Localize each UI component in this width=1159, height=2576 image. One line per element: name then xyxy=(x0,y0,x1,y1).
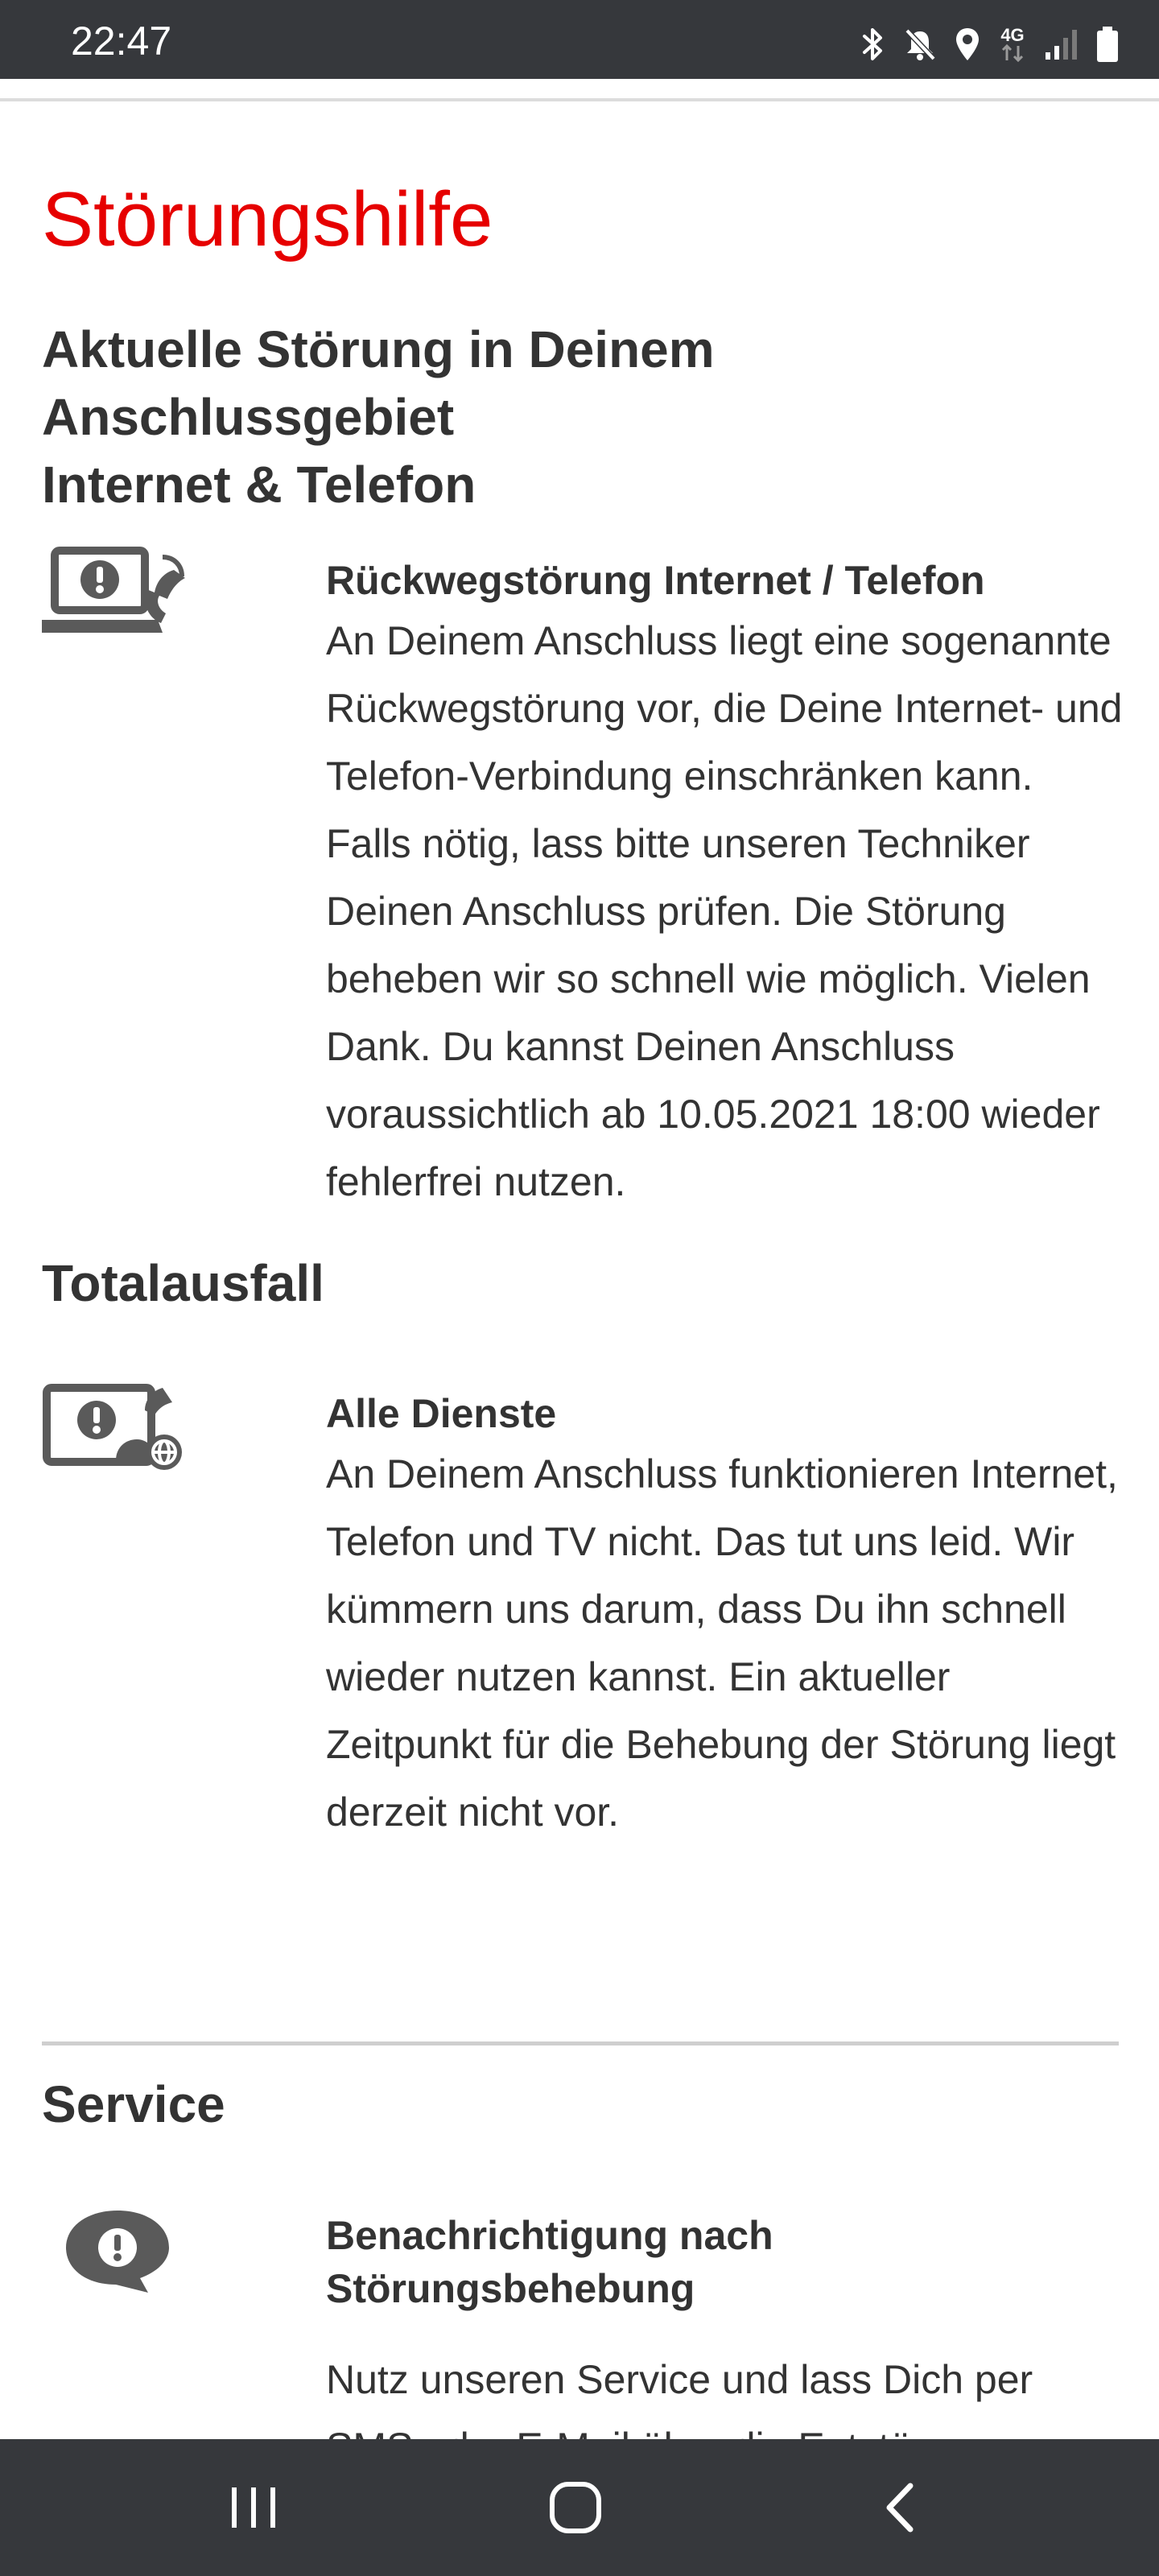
laptop-phone-warning-icon xyxy=(42,546,187,646)
current-outage-entry: Rückwegstörung Internet / Telefon An Dei… xyxy=(326,554,1123,1216)
home-icon[interactable] xyxy=(547,2479,604,2540)
service-entry[interactable]: Benachrichtigung nach Störungsbehebung N… xyxy=(326,2209,1123,2439)
page-title: Störungshilfe xyxy=(42,176,493,262)
status-time: 22:47 xyxy=(71,19,172,64)
navigation-bar xyxy=(0,2439,1159,2576)
current-outage-heading: Aktuelle Störung in Deinem Anschlussgebi… xyxy=(42,316,715,518)
network-type-label: 4G xyxy=(1000,25,1025,45)
status-bar: 22:47 4G xyxy=(0,0,1159,79)
chat-warning-icon[interactable] xyxy=(61,2204,174,2305)
total-outage-heading: Totalausfall xyxy=(42,1254,324,1312)
signal-icon xyxy=(1045,28,1079,60)
recent-apps-icon[interactable] xyxy=(225,2479,282,2540)
total-outage-entry: Alle Dienste An Deinem Anschluss funktio… xyxy=(326,1387,1123,1846)
section-divider xyxy=(42,2041,1119,2046)
entry-body: An Deinem Anschluss funktionieren Intern… xyxy=(326,1451,1118,1835)
location-icon xyxy=(955,27,980,62)
heading-line: Anschlussgebiet xyxy=(42,388,455,446)
tv-phone-globe-warning-icon xyxy=(42,1383,187,1484)
back-icon[interactable] xyxy=(873,2479,930,2540)
entry-title: Alle Dienste xyxy=(326,1391,557,1436)
battery-icon xyxy=(1096,26,1119,63)
service-heading: Service xyxy=(42,2075,225,2133)
entry-body: An Deinem Anschluss liegt eine sogenannt… xyxy=(326,618,1123,1204)
mute-icon xyxy=(903,27,937,62)
bluetooth-icon xyxy=(861,27,885,62)
status-icons: 4G xyxy=(861,24,1119,64)
top-divider xyxy=(0,98,1159,101)
entry-body: Nutz unseren Service und lass Dich per S… xyxy=(326,2357,1033,2439)
network-4g-icon: 4G xyxy=(998,27,1027,62)
heading-line: Aktuelle Störung in Deinem xyxy=(42,320,715,378)
heading-line: Internet & Telefon xyxy=(42,456,476,514)
entry-title: Benachrichtigung nach Störungsbehebung xyxy=(326,2213,773,2311)
page-content[interactable]: Störungshilfe Aktuelle Störung in Deinem… xyxy=(0,103,1159,2439)
entry-title: Rückwegstörung Internet / Telefon xyxy=(326,558,985,603)
